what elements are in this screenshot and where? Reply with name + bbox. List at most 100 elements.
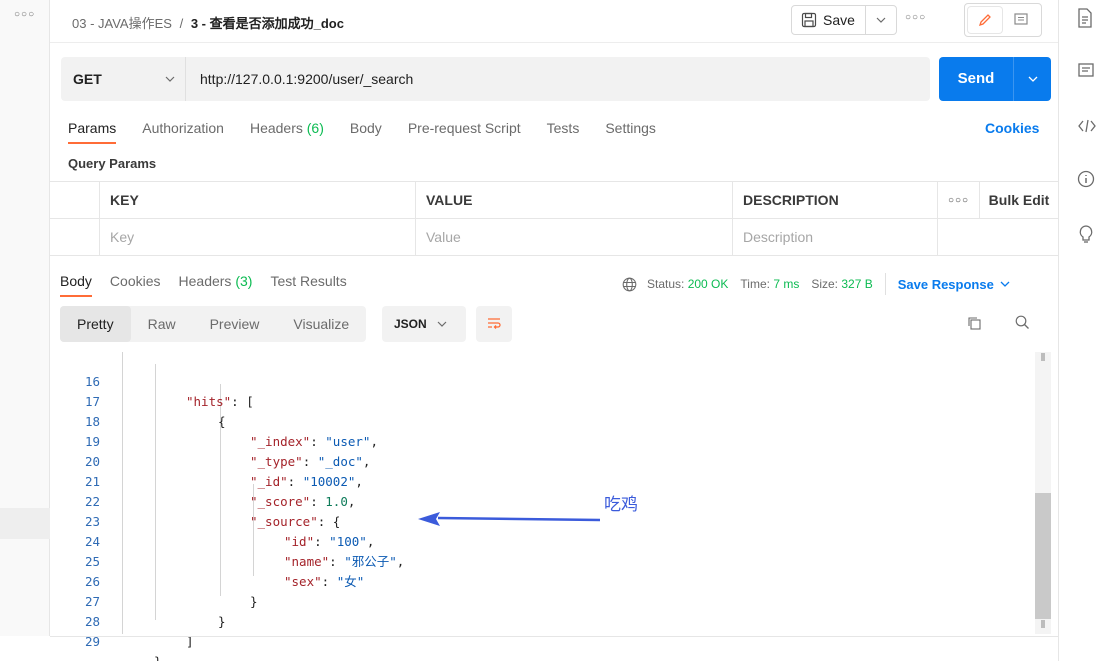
tab-response-body[interactable]: Body (60, 273, 92, 297)
json-punct: , (366, 534, 375, 549)
json-key: "_index" (250, 434, 311, 449)
time-indicator[interactable]: Time: 7 ms (740, 277, 799, 291)
globe-icon[interactable] (622, 277, 637, 292)
code-line: 24 "name": "邪公子", (60, 512, 404, 569)
breadcrumb-separator: / (179, 16, 184, 31)
json-punct: , (396, 554, 405, 569)
sidebar-more-icon[interactable]: ○○○ (14, 9, 35, 20)
mode-pretty[interactable]: Pretty (60, 306, 131, 342)
more-actions-icon[interactable]: ○○○ (905, 12, 926, 23)
breadcrumb-collection[interactable]: 03 - JAVA操作ES (72, 16, 172, 31)
wrap-lines-button[interactable] (476, 306, 512, 342)
code-line: 22 "_source": { (60, 472, 340, 529)
json-value: "100" (329, 534, 367, 549)
json-punct: : (287, 474, 303, 489)
json-punct: : (302, 454, 318, 469)
code-line: 20 "_id": "10002", (60, 432, 363, 489)
tab-settings[interactable]: Settings (605, 120, 656, 144)
send-options-button[interactable] (1014, 76, 1051, 82)
size-value: 327 B (841, 277, 873, 291)
copy-icon[interactable] (967, 316, 981, 333)
view-mode-group: Pretty Raw Preview Visualize (60, 306, 367, 342)
column-options-icon[interactable]: ○○○ (938, 182, 980, 218)
format-select[interactable]: JSON (382, 306, 466, 342)
tab-body[interactable]: Body (350, 120, 382, 144)
cookies-link[interactable]: Cookies (985, 120, 1039, 136)
json-punct: } (218, 614, 226, 629)
code-scrollbar-thumb[interactable] (1035, 493, 1051, 619)
scrollbar-top-mark (1041, 353, 1045, 361)
tab-prerequest-script[interactable]: Pre-request Script (408, 120, 521, 144)
json-punct: : (321, 574, 337, 589)
status-value: 200 OK (687, 277, 729, 291)
size-indicator[interactable]: Size: 327 B (811, 277, 872, 291)
tab-response-cookies[interactable]: Cookies (110, 273, 161, 297)
method-select[interactable]: GET (61, 57, 186, 101)
save-options-button[interactable] (866, 6, 896, 34)
json-punct: { (218, 414, 226, 429)
column-header-description: DESCRIPTION (733, 182, 938, 218)
json-punct: : [ (231, 394, 254, 409)
column-header-value: VALUE (416, 182, 733, 218)
code-line: 26 } (60, 552, 258, 609)
json-value: "邪公子" (344, 554, 397, 569)
chevron-down-icon (876, 17, 886, 23)
bulk-edit-button[interactable]: Bulk Edit (980, 182, 1058, 218)
time-value: 7 ms (773, 277, 800, 291)
breadcrumb-request-name[interactable]: 3 - 查看是否添加成功_doc (191, 16, 344, 31)
tab-response-headers[interactable]: Headers (3) (179, 273, 253, 297)
status-divider (884, 273, 886, 295)
json-key: "_source" (250, 514, 318, 529)
code-snippet-icon[interactable] (1077, 118, 1099, 140)
lightbulb-icon[interactable] (1077, 224, 1099, 246)
sidebar-selected-row[interactable] (0, 508, 50, 539)
json-value: "10002" (302, 474, 356, 489)
code-line: 28 ] (60, 592, 194, 649)
annotation-label: 吃鸡 (604, 495, 638, 515)
scrollbar-bottom-mark (1041, 620, 1045, 628)
send-button[interactable]: Send (939, 57, 1014, 101)
mode-raw[interactable]: Raw (131, 306, 193, 342)
url-input[interactable]: http://127.0.0.1:9200/user/_search (186, 71, 413, 87)
json-punct: : { (317, 514, 341, 529)
tab-authorization[interactable]: Authorization (142, 120, 224, 144)
tab-test-results[interactable]: Test Results (270, 273, 346, 297)
status-indicator[interactable]: Status: 200 OK (647, 277, 728, 291)
response-toolbar: Pretty Raw Preview Visualize JSON (60, 306, 1050, 342)
json-punct: , (370, 434, 378, 449)
json-punct: : (310, 434, 326, 449)
response-body-code[interactable]: 16 "hits": [ 17 { 18 "_index": "user", 1… (60, 352, 1053, 661)
line-number: 29 (84, 634, 100, 649)
column-header-key: KEY (100, 182, 416, 218)
value-input[interactable]: Value (416, 219, 733, 255)
description-input[interactable]: Description (733, 219, 938, 255)
save-button-group: Save (791, 5, 897, 35)
json-punct: : (329, 554, 345, 569)
save-response-button[interactable]: Save Response (898, 277, 1010, 292)
chevron-down-icon (165, 76, 175, 82)
documentation-icon[interactable] (1077, 8, 1099, 30)
mode-visualize[interactable]: Visualize (276, 306, 366, 342)
comments-icon[interactable] (1077, 62, 1099, 84)
json-key: "hits" (186, 394, 232, 409)
info-icon[interactable] (1077, 170, 1099, 192)
tab-headers[interactable]: Headers (6) (250, 120, 324, 144)
save-button-label: Save (823, 12, 855, 28)
mode-preview[interactable]: Preview (193, 306, 277, 342)
documentation-view-button[interactable] (1005, 7, 1039, 33)
tab-tests[interactable]: Tests (547, 120, 580, 144)
search-icon[interactable] (1015, 315, 1030, 333)
response-status-bar: Status: 200 OK Time: 7 ms Size: 327 B Sa… (622, 273, 1010, 295)
response-tabs: Body Cookies Headers (3) Test Results (60, 273, 365, 297)
json-punct: , (355, 474, 363, 489)
tab-params[interactable]: Params (68, 120, 117, 144)
chevron-down-icon (437, 321, 447, 327)
url-bar: GET http://127.0.0.1:9200/user/_search (61, 57, 930, 101)
json-value: "user" (325, 434, 371, 449)
chevron-down-icon (1000, 281, 1010, 287)
key-input[interactable]: Key (100, 219, 416, 255)
edit-button[interactable] (968, 7, 1002, 33)
wrap-icon (488, 318, 501, 329)
save-button[interactable]: Save (792, 6, 866, 34)
view-toggle-group (964, 3, 1042, 37)
